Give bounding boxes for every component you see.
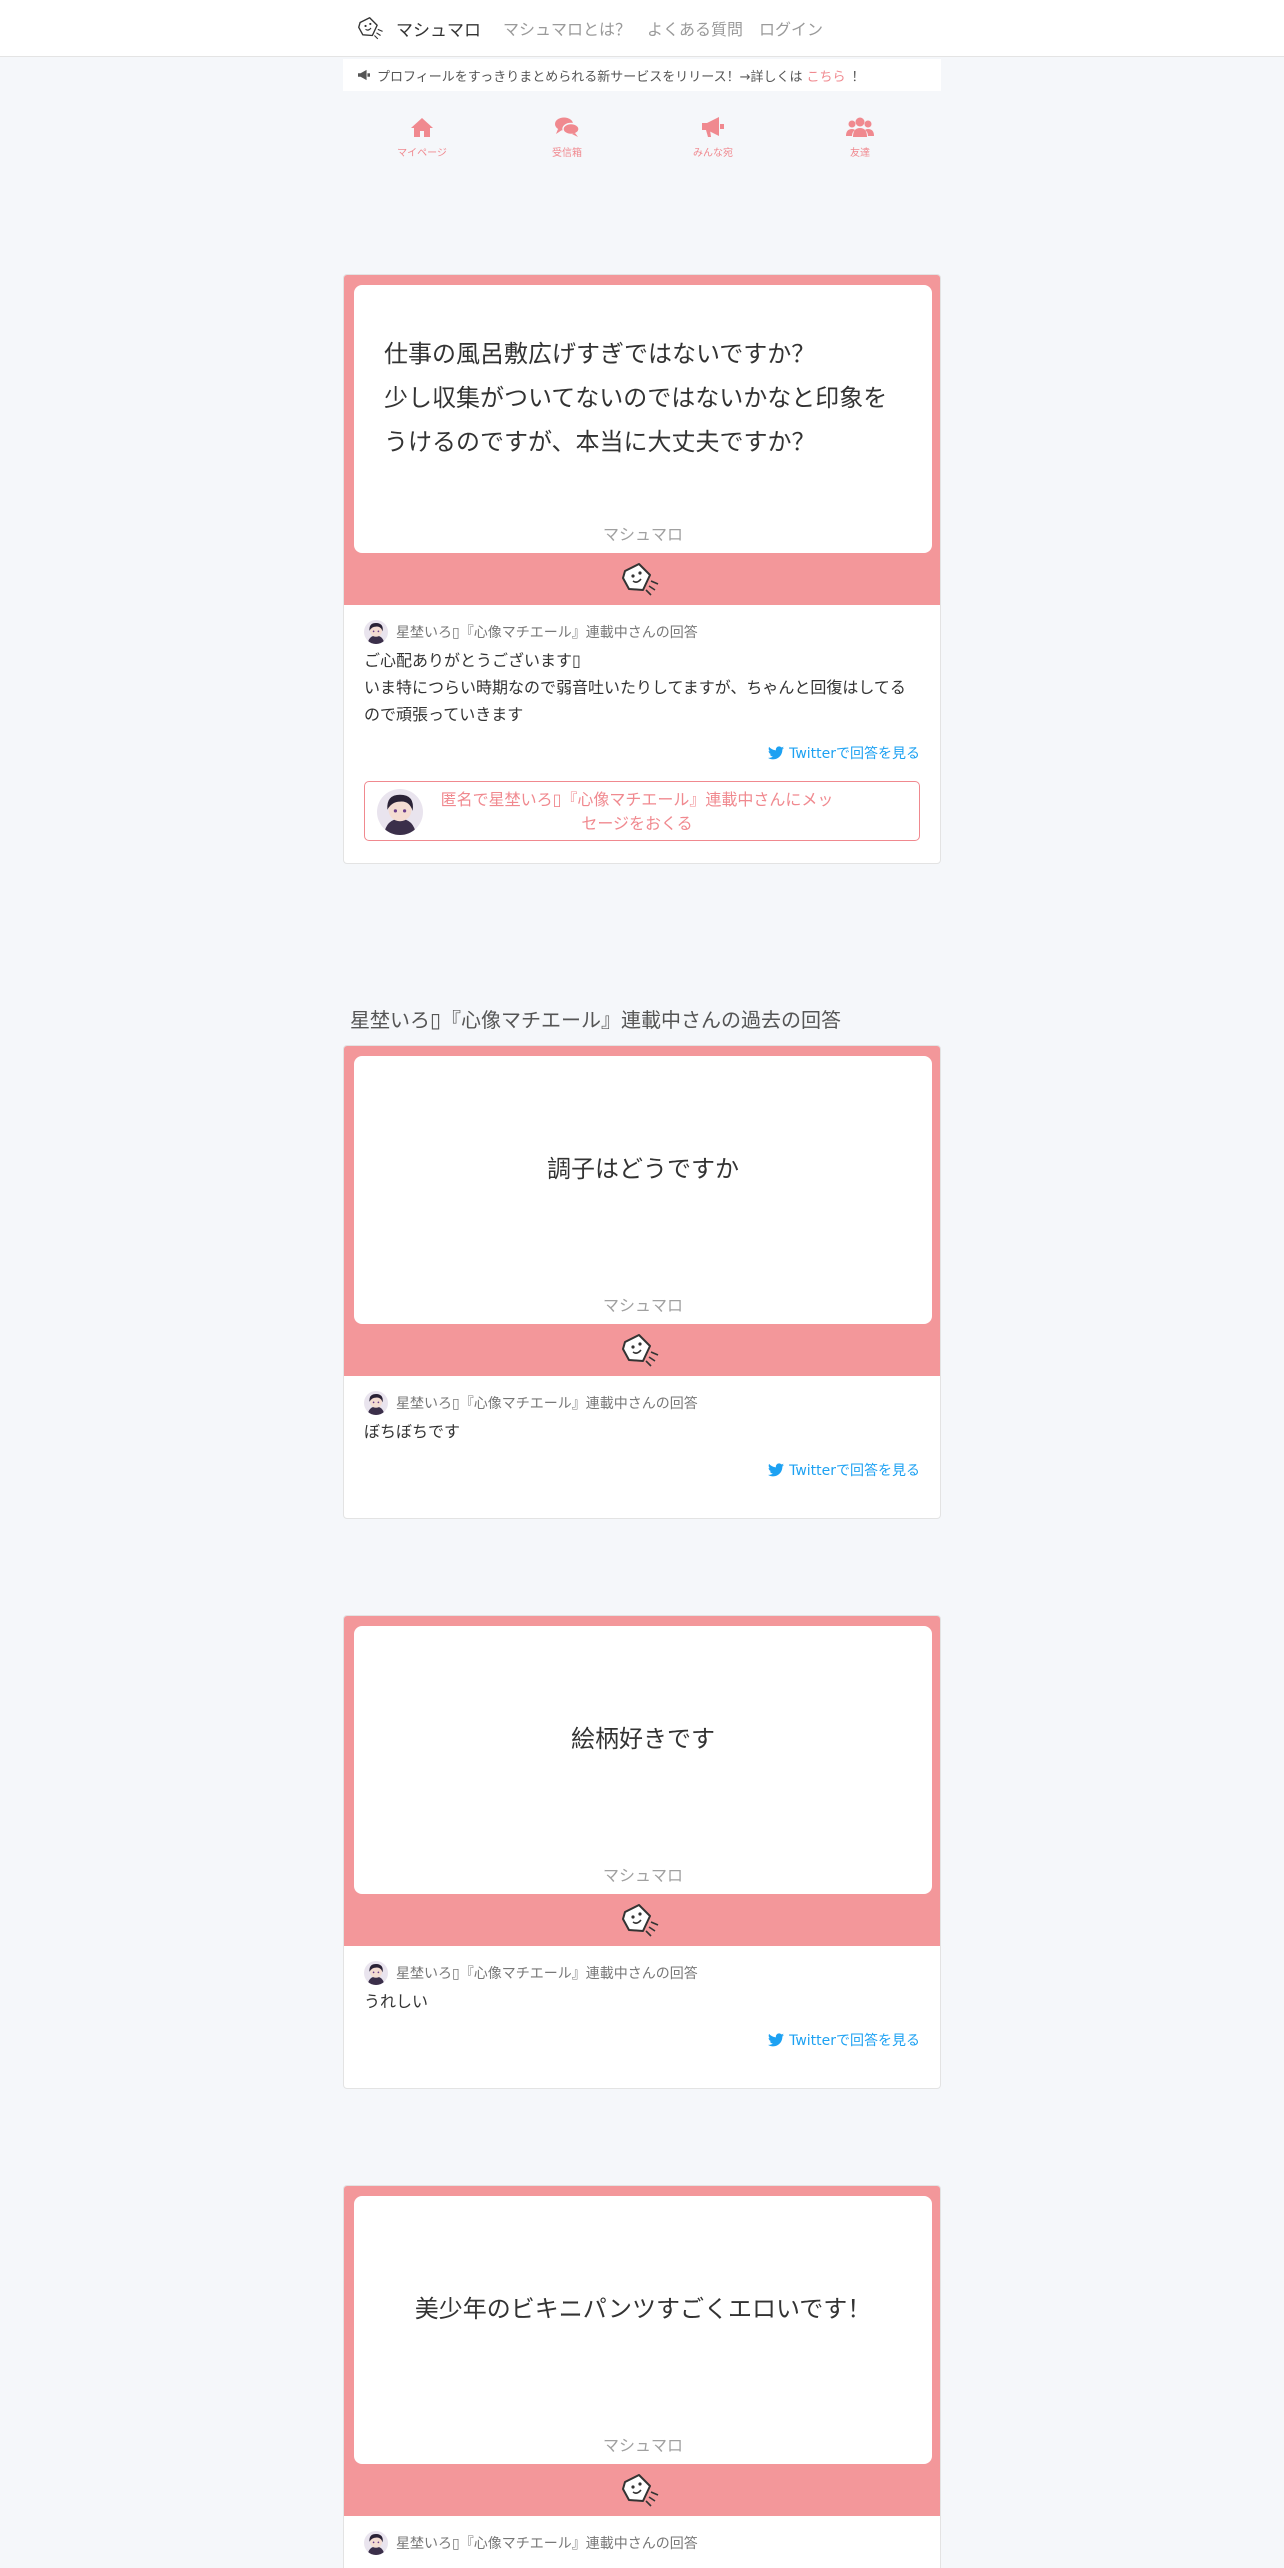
message-box: 調子はどうですか マシュマロ — [354, 1056, 932, 1324]
message-signature: マシュマロ — [602, 525, 683, 544]
answer-header: 星埜いろ▯『心像マチエール』連載中さんの回答 — [364, 2530, 920, 2556]
bullhorn-icon — [702, 117, 724, 137]
send-button-label: 匿名で星埜いろ▯『心像マチエール』連載中さんにメッセージをおくる — [440, 790, 834, 833]
announcement-link[interactable]: こちら — [806, 66, 845, 85]
twitter-link-label: Twitterで回答を見る — [789, 1463, 920, 1479]
bullhorn-icon — [358, 69, 370, 81]
answer-text: うれしい — [364, 1992, 429, 2011]
main-message-card: 仕事の風呂敷広げすぎではないですか？ 少し収集がついてないのではないかなと印象を… — [343, 274, 941, 864]
avatar — [364, 1391, 388, 1415]
past-answers-title: 星埜いろ▯『心像マチエール』連載中さんの過去の回答 — [350, 1008, 842, 1032]
answer-text: ぼちぼちです — [364, 1422, 461, 1441]
answerer-label: 星埜いろ▯『心像マチエール』連載中さんの回答 — [396, 2536, 698, 2552]
message-signature: マシュマロ — [602, 2436, 683, 2455]
answerer-label: 星埜いろ▯『心像マチエール』連載中さんの回答 — [396, 1396, 698, 1412]
tab-friends-label: 友達 — [850, 148, 870, 159]
twitter-link-label: Twitterで回答を見る — [789, 746, 920, 762]
twitter-answer-link[interactable]: Twitterで回答を見る — [768, 1460, 920, 1480]
tab-inbox-label: 受信箱 — [552, 148, 582, 159]
twitter-icon — [768, 2033, 784, 2047]
marshmallow-logo-icon — [619, 1900, 663, 1940]
twitter-icon — [768, 1463, 784, 1477]
twitter-answer-link[interactable]: Twitterで回答を見る — [768, 2030, 920, 2050]
brand-name: マシュマロ — [396, 20, 481, 41]
message-signature: マシュマロ — [602, 1866, 683, 1885]
comments-icon — [555, 117, 580, 137]
message-text: 美少年のビキニパンツすごくエロいです！ — [414, 2295, 872, 2323]
answer-text: ご心配ありがとうございます▯ いま特につらい時期なので弱音吐いたりしてますが、ち… — [364, 651, 906, 724]
avatar — [364, 2531, 388, 2555]
marshmallow-logo-icon — [619, 559, 663, 599]
answerer-label: 星埜いろ▯『心像マチエール』連載中さんの回答 — [396, 1966, 698, 1982]
tab-mypage-label: マイページ — [397, 148, 447, 159]
message-frame: 絵柄好きです マシュマロ — [344, 1616, 940, 1946]
marshmallow-logo-icon — [356, 13, 386, 43]
twitter-link-label: Twitterで回答を見る — [789, 2033, 920, 2049]
nav-about-link[interactable]: マシュマロとは？ — [503, 16, 631, 40]
answer-header: 星埜いろ▯『心像マチエール』連載中さんの回答 — [364, 1960, 920, 1986]
past-answer-card: 美少年のビキニパンツすごくエロいです！ マシュマロ 星埜いろ▯『心像マチエール』… — [343, 2185, 941, 2568]
message-text: 絵柄好きです — [571, 1725, 715, 1753]
answer-section: 星埜いろ▯『心像マチエール』連載中さんの回答 ご心配ありがとうございます▯ いま… — [344, 605, 940, 728]
message-text: 調子はどうですか — [547, 1155, 739, 1183]
tab-navigation: マイページ 受信箱 みんな宛 友達 — [343, 110, 941, 170]
answerer-label: 星埜いろ▯『心像マチエール』連載中さんの回答 — [396, 625, 698, 641]
past-answer-card: 絵柄好きです マシュマロ 星埜いろ▯『心像マチエール』連載中さんの回答 うれしい… — [343, 1615, 941, 2089]
brand-home-link[interactable]: マシュマロ — [356, 12, 481, 44]
past-answer-card: 調子はどうですか マシュマロ 星埜いろ▯『心像マチエール』連載中さんの回答 ぼち… — [343, 1045, 941, 1519]
answer-header: 星埜いろ▯『心像マチエール』連載中さんの回答 — [364, 1390, 920, 1416]
send-anonymous-message-button[interactable]: 匿名で星埜いろ▯『心像マチエール』連載中さんにメッセージをおくる — [364, 781, 920, 841]
home-icon — [411, 118, 433, 137]
tab-everyone-label: みんな宛 — [693, 148, 733, 159]
marshmallow-logo-icon — [619, 2470, 663, 2510]
tab-everyone[interactable]: みんな宛 — [663, 110, 763, 159]
announcement-suffix: ！ — [851, 69, 865, 85]
message-box: 絵柄好きです マシュマロ — [354, 1626, 932, 1894]
message-signature: マシュマロ — [602, 1296, 683, 1315]
answer-section: 星埜いろ▯『心像マチエール』連載中さんの回答 うれしい — [344, 1946, 940, 2015]
answer-section: 星埜いろ▯『心像マチエール』連載中さんの回答 — [344, 2516, 940, 2556]
nav-login-link[interactable]: ログイン — [759, 16, 823, 40]
avatar — [377, 789, 423, 835]
message-box: 美少年のビキニパンツすごくエロいです！ マシュマロ — [354, 2196, 932, 2464]
message-frame: 調子はどうですか マシュマロ — [344, 1046, 940, 1376]
message-box: 仕事の風呂敷広げすぎではないですか？ 少し収集がついてないのではないかなと印象を… — [354, 285, 932, 553]
message-text: 仕事の風呂敷広げすぎではないですか？ 少し収集がついてないのではないかなと印象を… — [384, 340, 888, 456]
avatar — [364, 620, 388, 644]
avatar — [364, 1961, 388, 1985]
answer-section: 星埜いろ▯『心像マチエール』連載中さんの回答 ぼちぼちです — [344, 1376, 940, 1445]
message-frame: 仕事の風呂敷広げすぎではないですか？ 少し収集がついてないのではないかなと印象を… — [344, 275, 940, 605]
tab-inbox[interactable]: 受信箱 — [517, 110, 617, 159]
message-frame: 美少年のビキニパンツすごくエロいです！ マシュマロ — [344, 2186, 940, 2516]
navbar: マシュマロ マシュマロとは？ よくある質問 ログイン — [0, 0, 1284, 57]
tab-friends[interactable]: 友達 — [810, 110, 910, 159]
nav-faq-link[interactable]: よくある質問 — [647, 16, 743, 40]
twitter-answer-link[interactable]: Twitterで回答を見る — [768, 743, 920, 763]
announcement-bar: プロフィールをすっきりまとめられる新サービスをリリース！→詳しくは こちら ！ — [343, 59, 941, 91]
announcement-text: プロフィールをすっきりまとめられる新サービスをリリース！→詳しくは — [377, 69, 803, 85]
marshmallow-logo-icon — [619, 1330, 663, 1370]
answer-header: 星埜いろ▯『心像マチエール』連載中さんの回答 — [364, 619, 920, 645]
twitter-icon — [768, 746, 784, 760]
tab-mypage[interactable]: マイページ — [372, 110, 472, 159]
users-icon — [846, 117, 874, 137]
